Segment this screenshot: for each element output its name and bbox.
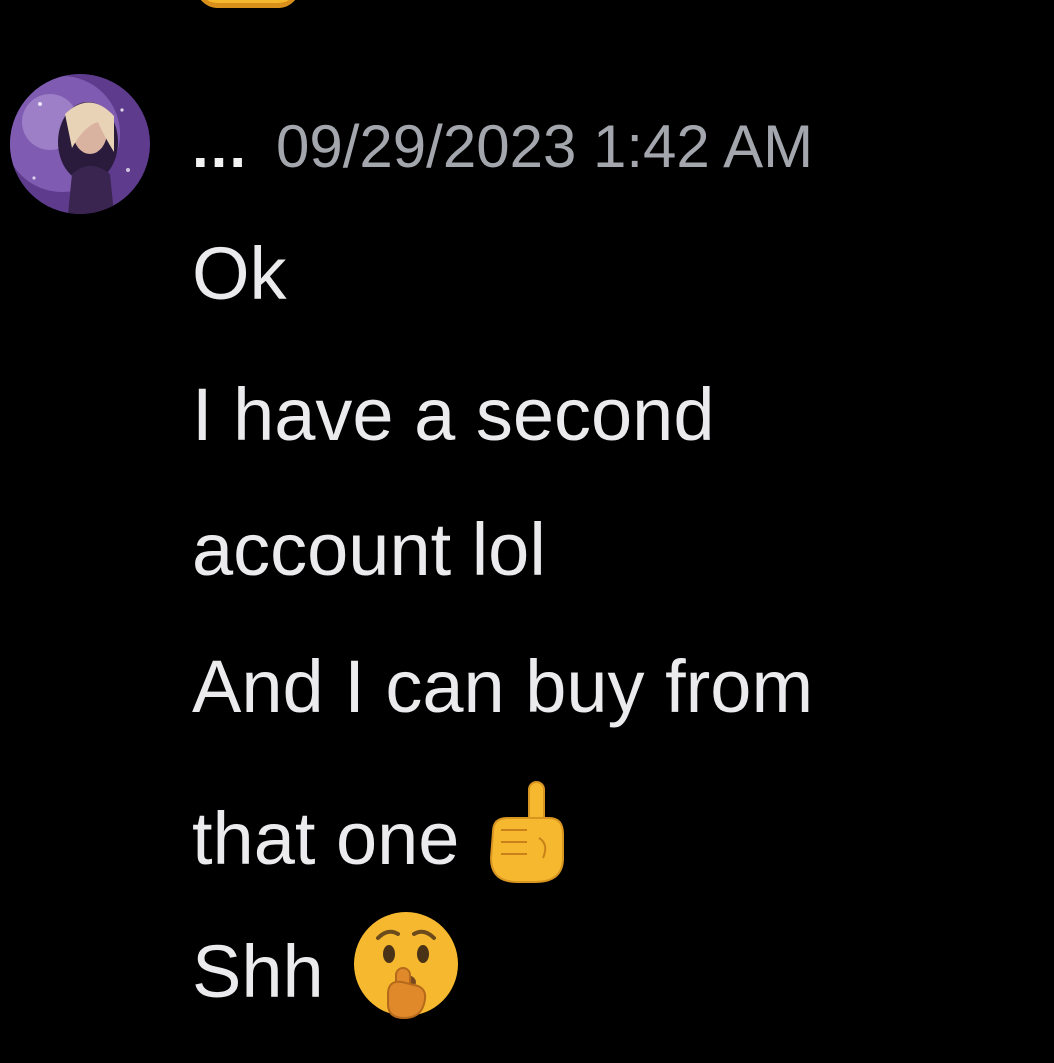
index-pointing-up-icon (483, 778, 567, 900)
message-line-text: Ok (192, 232, 287, 315)
message-line: Shh (192, 910, 464, 1034)
shushing-face-icon (348, 910, 464, 1034)
message-header: ... 09/29/2023 1:42 AM (192, 102, 813, 192)
message-line: I have a second (192, 378, 714, 452)
message-line-text: And I can buy from (192, 645, 814, 728)
message-line: account lol (192, 513, 546, 587)
message-line-text: Shh (192, 930, 324, 1013)
message-timestamp: 09/29/2023 1:42 AM (276, 113, 814, 180)
message-line: Ok (192, 237, 287, 311)
message-line: And I can buy from (192, 650, 813, 724)
avatar-image (10, 74, 150, 214)
author-name[interactable]: ... (192, 117, 248, 177)
message-line-text: account lol (192, 508, 546, 591)
message-line-text: I have a second (192, 373, 715, 456)
previous-message-emoji-icon (196, 0, 300, 8)
message-line: that one (192, 778, 567, 900)
profile-avatar-icon[interactable] (10, 74, 150, 214)
message-line-text: that one (192, 797, 460, 880)
